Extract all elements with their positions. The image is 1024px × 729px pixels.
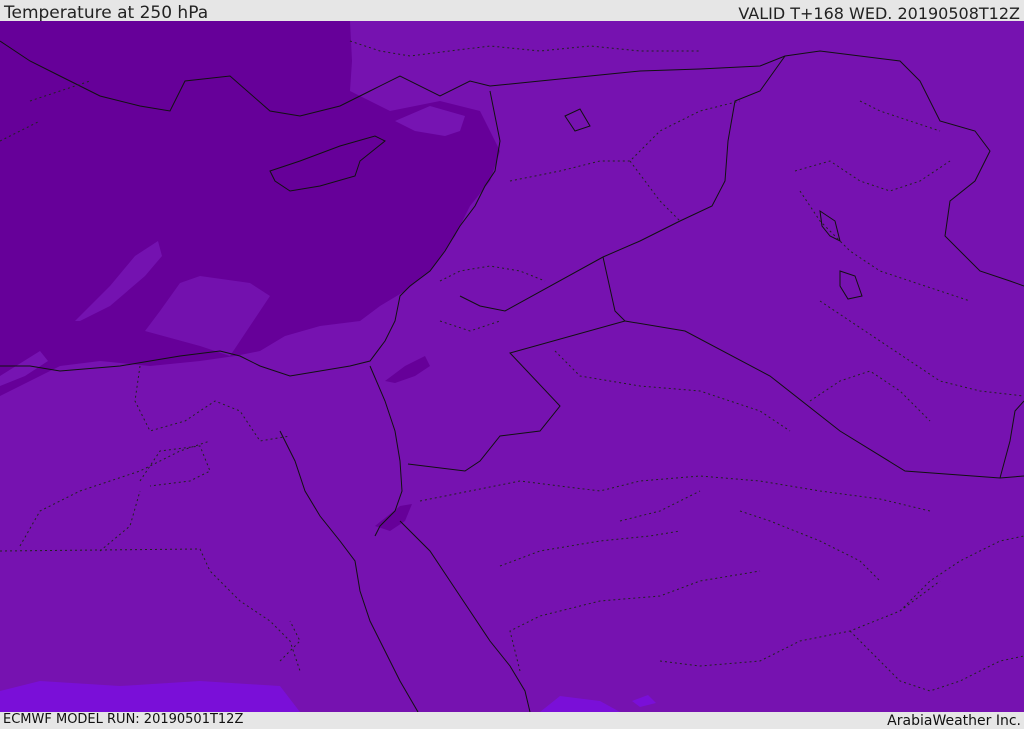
footer-bar: ECMWF MODEL RUN: 20190501T12Z ArabiaWeat… — [0, 712, 1024, 729]
map-canvas — [0, 21, 1024, 712]
warm-south-region — [0, 681, 300, 712]
weather-map[interactable] — [0, 21, 1024, 712]
header-bar: Temperature at 250 hPa VALID T+168 WED. … — [0, 0, 1024, 23]
model-run: ECMWF MODEL RUN: 20190501T12Z — [3, 712, 244, 727]
map-title: Temperature at 250 hPa — [4, 3, 209, 23]
credit-text: ArabiaWeather Inc. — [887, 713, 1021, 729]
